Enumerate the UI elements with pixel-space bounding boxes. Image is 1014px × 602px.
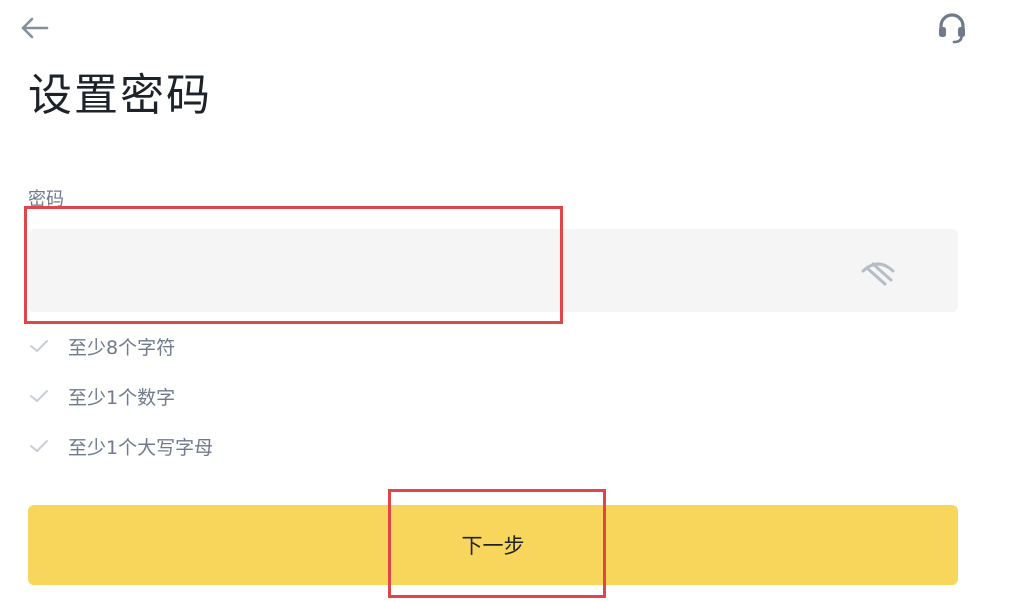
eye-off-icon: [861, 262, 895, 286]
headset-icon: [939, 13, 965, 44]
requirement-item: 至少1个大写字母: [28, 431, 213, 461]
support-button[interactable]: [930, 8, 974, 48]
next-button[interactable]: 下一步: [28, 505, 958, 585]
requirement-item: 至少8个字符: [28, 331, 175, 361]
arrow-left-icon: [21, 17, 49, 39]
password-label: 密码: [28, 189, 64, 210]
requirement-item: 至少1个数字: [28, 381, 175, 411]
page-title: 设置密码: [28, 70, 212, 121]
next-button-label: 下一步: [461, 534, 525, 558]
toggle-password-visibility-button[interactable]: [856, 253, 900, 289]
password-input[interactable]: [42, 229, 846, 314]
requirement-text: 至少8个字符: [68, 336, 176, 359]
check-icon: [28, 434, 56, 458]
requirement-text: 至少1个数字: [68, 386, 176, 409]
requirement-text: 至少1个大写字母: [68, 436, 214, 459]
back-button[interactable]: [14, 10, 54, 46]
check-icon: [28, 334, 56, 358]
password-field: [28, 229, 958, 314]
check-icon: [28, 384, 56, 408]
